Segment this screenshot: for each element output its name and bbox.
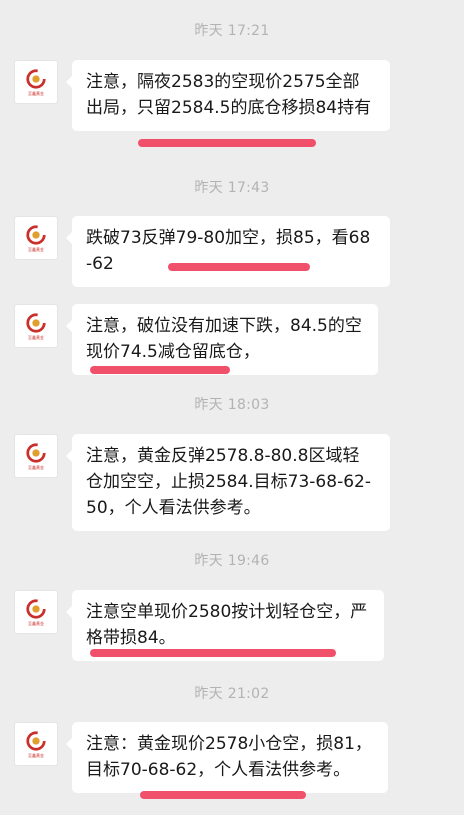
avatar-caption: 至鑫黄金 [28, 247, 44, 252]
timestamp: 昨天 21:02 [194, 686, 270, 702]
message-text: 注意，破位没有加速下跌，84.5的空现价74.5减仓留底仓， [86, 316, 362, 362]
avatar[interactable]: 至鑫黄金 [14, 590, 58, 634]
highlight-underline [90, 366, 230, 374]
message-text: 注意，隔夜2583的空现价2575全部出局，只留2584.5的底仓移损84持有 [86, 72, 372, 118]
message-text: 注意，黄金反弹2578.8-80.8区域轻仓加空空，止损2584.目标73-68… [86, 446, 371, 518]
avatar-caption: 至鑫黄金 [28, 465, 44, 470]
timestamp: 昨天 18:03 [194, 397, 270, 413]
message-bubble[interactable]: 注意，隔夜2583的空现价2575全部出局，只留2584.5的底仓移损84持有 [66, 60, 390, 131]
avatar[interactable]: 至鑫黄金 [14, 434, 58, 478]
timestamp: 昨天 17:21 [194, 23, 270, 39]
logo-icon [26, 599, 46, 619]
message-bubble[interactable]: 注意：黄金现价2578小仓空，损81，目标70-68-62，个人看法供参考。 [66, 722, 388, 793]
message-text: 注意空单现价2580按计划轻仓空，严格带损84。 [86, 602, 368, 648]
highlight-underline [168, 263, 310, 271]
logo-icon [26, 731, 46, 751]
highlight-underline [90, 649, 336, 657]
avatar-caption: 至鑫黄金 [28, 335, 44, 340]
avatar-caption: 至鑫黄金 [28, 621, 44, 626]
logo-icon [26, 443, 46, 463]
highlight-underline [138, 139, 316, 147]
logo-icon [26, 313, 46, 333]
timestamp: 昨天 17:43 [194, 180, 270, 196]
avatar-caption: 至鑫黄金 [28, 753, 44, 758]
logo-icon [26, 69, 46, 89]
message-bubble[interactable]: 跌破73反弹79-80加空，损85，看68-62 [66, 216, 390, 287]
avatar[interactable]: 至鑫黄金 [14, 722, 58, 766]
avatar-caption: 至鑫黄金 [28, 91, 44, 96]
chat-area[interactable]: 昨天 17:21 至鑫黄金 注意，隔夜2583的空现价2575全部出局，只留25… [0, 0, 464, 815]
message-bubble[interactable]: 注意，破位没有加速下跌，84.5的空现价74.5减仓留底仓， [66, 304, 378, 375]
avatar[interactable]: 至鑫黄金 [14, 216, 58, 260]
timestamp: 昨天 19:46 [194, 553, 270, 569]
logo-icon [26, 225, 46, 245]
message-text: 注意：黄金现价2578小仓空，损81，目标70-68-62，个人看法供参考。 [86, 734, 372, 780]
avatar[interactable]: 至鑫黄金 [14, 60, 58, 104]
avatar[interactable]: 至鑫黄金 [14, 304, 58, 348]
message-bubble[interactable]: 注意，黄金反弹2578.8-80.8区域轻仓加空空，止损2584.目标73-68… [66, 434, 390, 531]
highlight-underline [140, 791, 306, 799]
